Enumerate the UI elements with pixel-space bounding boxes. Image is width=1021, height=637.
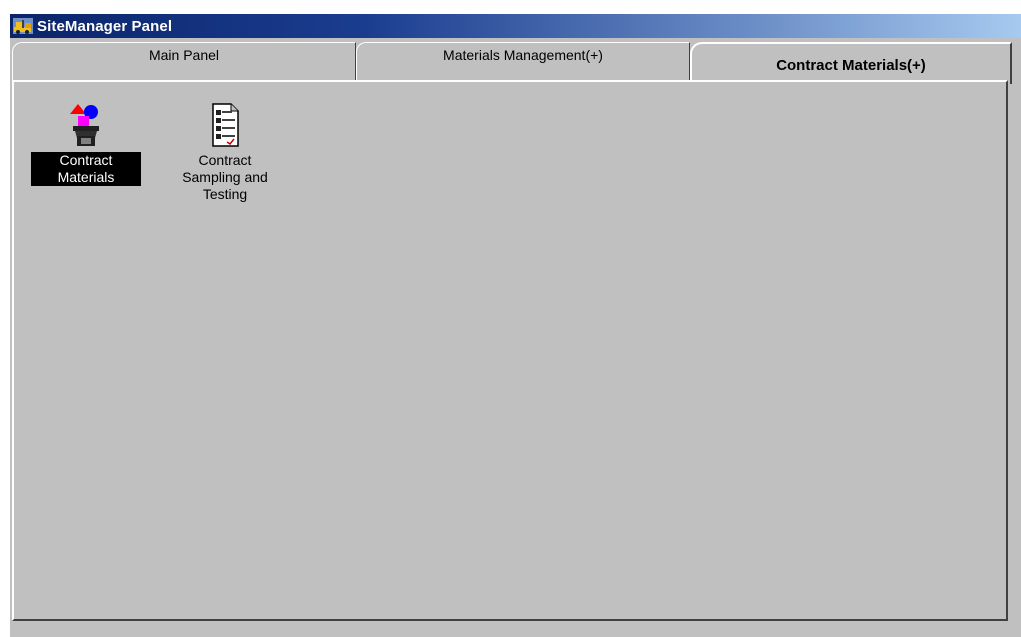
item-label: Contract Materials	[31, 152, 141, 186]
tab-materials-management[interactable]: Materials Management(+)	[356, 42, 690, 80]
window-title: SiteManager Panel	[37, 17, 173, 35]
tab-main-panel[interactable]: Main Panel	[12, 42, 356, 80]
tab-content-panel	[12, 80, 1008, 621]
document-list-icon	[205, 102, 245, 150]
tab-label: Main Panel	[148, 47, 220, 63]
contract-sampling-testing-item[interactable]: Contract Sampling and Testing	[166, 102, 284, 204]
tab-contract-materials[interactable]: Contract Materials(+)	[690, 42, 1012, 84]
title-bar[interactable]: SiteManager Panel	[10, 14, 1021, 38]
tab-label: Materials Management(+)	[443, 47, 603, 63]
contract-materials-icon	[66, 102, 106, 150]
contract-materials-item[interactable]: Contract Materials	[27, 102, 145, 187]
item-label: Contract Sampling and Testing	[182, 152, 268, 202]
sitemanager-app-icon	[13, 17, 33, 35]
tab-label: Contract Materials(+)	[776, 57, 926, 74]
